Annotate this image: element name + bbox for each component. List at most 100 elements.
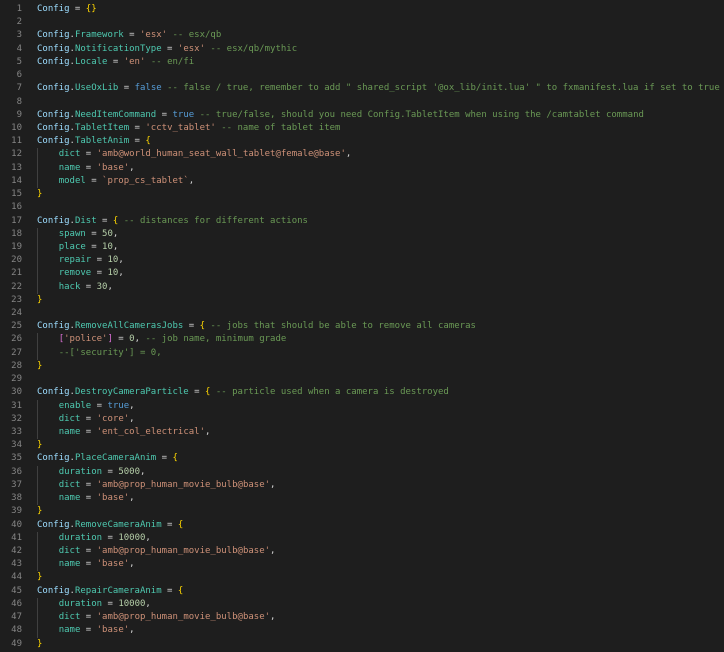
operator-token: = <box>85 241 103 252</box>
line-number: 49 <box>11 638 22 649</box>
property-token: NeedItemCommand <box>74 109 157 120</box>
code-line[interactable]: 2 <box>0 16 724 29</box>
comment-token: -- jobs that should be able to remove al… <box>205 321 476 332</box>
code-line[interactable]: 32 dict = 'core', <box>0 413 724 426</box>
code-line[interactable]: 21 remove = 10, <box>0 267 724 280</box>
code-line[interactable]: 46 duration = 10000, <box>0 598 724 611</box>
line-number: 43 <box>11 559 22 570</box>
code-line[interactable]: 47 dict = 'amb@prop_human_movie_bulb@base… <box>0 611 724 624</box>
indent-guide <box>37 466 59 479</box>
line-number: 47 <box>11 612 22 623</box>
code-line[interactable]: 19 place = 10, <box>0 241 724 254</box>
indent-guide <box>37 267 59 280</box>
operator-token: = <box>129 122 146 133</box>
property-token: repair <box>58 255 92 266</box>
brace-token: } <box>37 189 43 200</box>
property-token: Framework <box>74 30 124 41</box>
indent-guide <box>37 492 59 505</box>
code-line[interactable]: 8 <box>0 96 724 109</box>
indent-guide <box>37 228 59 241</box>
indent-guide <box>37 479 59 492</box>
property-token: spawn <box>58 228 86 239</box>
code-line[interactable]: 45 Config.RepairCameraAnim = { <box>0 585 724 598</box>
property-token: NotificationType <box>74 43 162 54</box>
variable-token: Config <box>37 519 70 530</box>
code-line[interactable]: 3 Config.Framework = 'esx' -- esx/qb <box>0 29 724 42</box>
code-line[interactable]: 28} <box>0 360 724 373</box>
code-line[interactable]: 41 duration = 10000, <box>0 532 724 545</box>
property-token: duration <box>58 466 103 477</box>
code-line[interactable]: 36 duration = 5000, <box>0 466 724 479</box>
code-line[interactable]: 22 hack = 30, <box>0 281 724 294</box>
code-line[interactable]: 24 <box>0 307 724 320</box>
code-line[interactable]: 40 Config.RemoveCameraAnim = { <box>0 519 724 532</box>
code-line[interactable]: 1 Config = {} <box>0 3 724 16</box>
comment-token: -- distances for different actions <box>118 215 308 226</box>
operator-token: = <box>161 585 178 596</box>
code-line[interactable]: 27 --['security'] = 0, <box>0 347 724 360</box>
code-line[interactable]: 12 dict = 'amb@world_human_seat_wall_tabl… <box>0 148 724 161</box>
comment-token: -- name of tablet item <box>215 122 341 133</box>
property-token: TabletAnim <box>74 136 130 147</box>
line-code: } <box>37 638 42 651</box>
code-line[interactable]: 23} <box>0 294 724 307</box>
code-line[interactable]: 48 name = 'base', <box>0 624 724 637</box>
code-line[interactable]: 49} <box>0 638 724 651</box>
code-line[interactable]: 43 name = 'base', <box>0 558 724 571</box>
code-editor[interactable]: 1 Config = {} 2 3 Config.Framework = 'esx' -… <box>0 0 724 651</box>
line-number: 45 <box>11 585 22 596</box>
property-token: duration <box>58 532 103 543</box>
code-line[interactable]: 34} <box>0 439 724 452</box>
line-code: --['security'] = 0, <box>37 347 162 360</box>
code-line[interactable]: 7 Config.UseOxLib = false -- false / true… <box>0 82 724 95</box>
code-line[interactable]: 37 dict = 'amb@prop_human_movie_bulb@base… <box>0 479 724 492</box>
code-line[interactable]: 39} <box>0 505 724 518</box>
code-line[interactable]: 29 <box>0 373 724 386</box>
code-line[interactable]: 31 enable = true, <box>0 400 724 413</box>
line-number: 5 <box>16 56 22 67</box>
code-line[interactable]: 44} <box>0 571 724 584</box>
code-line[interactable]: 33 name = 'ent_col_electrical', <box>0 426 724 439</box>
code-line[interactable]: 11 Config.TabletAnim = { <box>0 135 724 148</box>
code-line[interactable]: 16 <box>0 201 724 214</box>
number-token: 10000 <box>118 532 146 543</box>
line-number: 35 <box>11 453 22 464</box>
operator-token: = <box>91 255 108 266</box>
code-line[interactable]: 15} <box>0 188 724 201</box>
keyword-token: true <box>172 109 195 120</box>
code-line[interactable]: 6 <box>0 69 724 82</box>
property-token: place <box>58 241 86 252</box>
code-line[interactable]: 18 spawn = 50, <box>0 228 724 241</box>
code-line[interactable]: 30 Config.DestroyCameraParticle = { -- pa… <box>0 386 724 399</box>
code-line[interactable]: 17 Config.Dist = { -- distances for diffe… <box>0 215 724 228</box>
property-token: TabletItem <box>74 122 130 133</box>
line-code: Config.Framework = 'esx' -- esx/qb <box>37 29 221 42</box>
code-line[interactable]: 38 name = 'base', <box>0 492 724 505</box>
property-token: dict <box>58 413 81 424</box>
line-code: name = 'base', <box>37 492 135 505</box>
variable-token: Config <box>37 43 70 54</box>
code-line[interactable]: 35 Config.PlaceCameraAnim = { <box>0 452 724 465</box>
comment-token: -- true/false, should you need Config.Ta… <box>194 109 644 120</box>
code-line[interactable]: 10 Config.TabletItem = 'cctv_tablet' -- n… <box>0 122 724 135</box>
code-line[interactable]: 42 dict = 'amb@prop_human_movie_bulb@base… <box>0 545 724 558</box>
code-line[interactable]: 9 Config.NeedItemCommand = true -- true/f… <box>0 109 724 122</box>
string-token: 'esx' <box>177 43 205 54</box>
operator-token: , <box>129 493 135 504</box>
string-token: 'core' <box>96 413 130 424</box>
code-line[interactable]: 14 model = `prop_cs_tablet`, <box>0 175 724 188</box>
code-line[interactable]: 25 Config.RemoveAllCamerasJobs = { -- job… <box>0 320 724 333</box>
code-line[interactable]: 13 name = 'base', <box>0 162 724 175</box>
line-code: enable = true, <box>37 400 135 413</box>
code-line[interactable]: 20 repair = 10, <box>0 254 724 267</box>
operator-token: = <box>91 400 108 411</box>
code-line[interactable]: 4 Config.NotificationType = 'esx' -- esx/… <box>0 43 724 56</box>
indent-guide <box>37 558 59 571</box>
comment-token: -- esx/qb <box>167 30 222 41</box>
code-line[interactable]: 5 Config.Locale = 'en' -- en/fi <box>0 56 724 69</box>
line-code: } <box>37 294 42 307</box>
string-token: 'en' <box>123 56 146 67</box>
code-line[interactable]: 26 ['police'] = 0, -- job name, minimum g… <box>0 333 724 346</box>
string-token: 'base' <box>96 162 130 173</box>
operator-token: = <box>85 175 103 186</box>
